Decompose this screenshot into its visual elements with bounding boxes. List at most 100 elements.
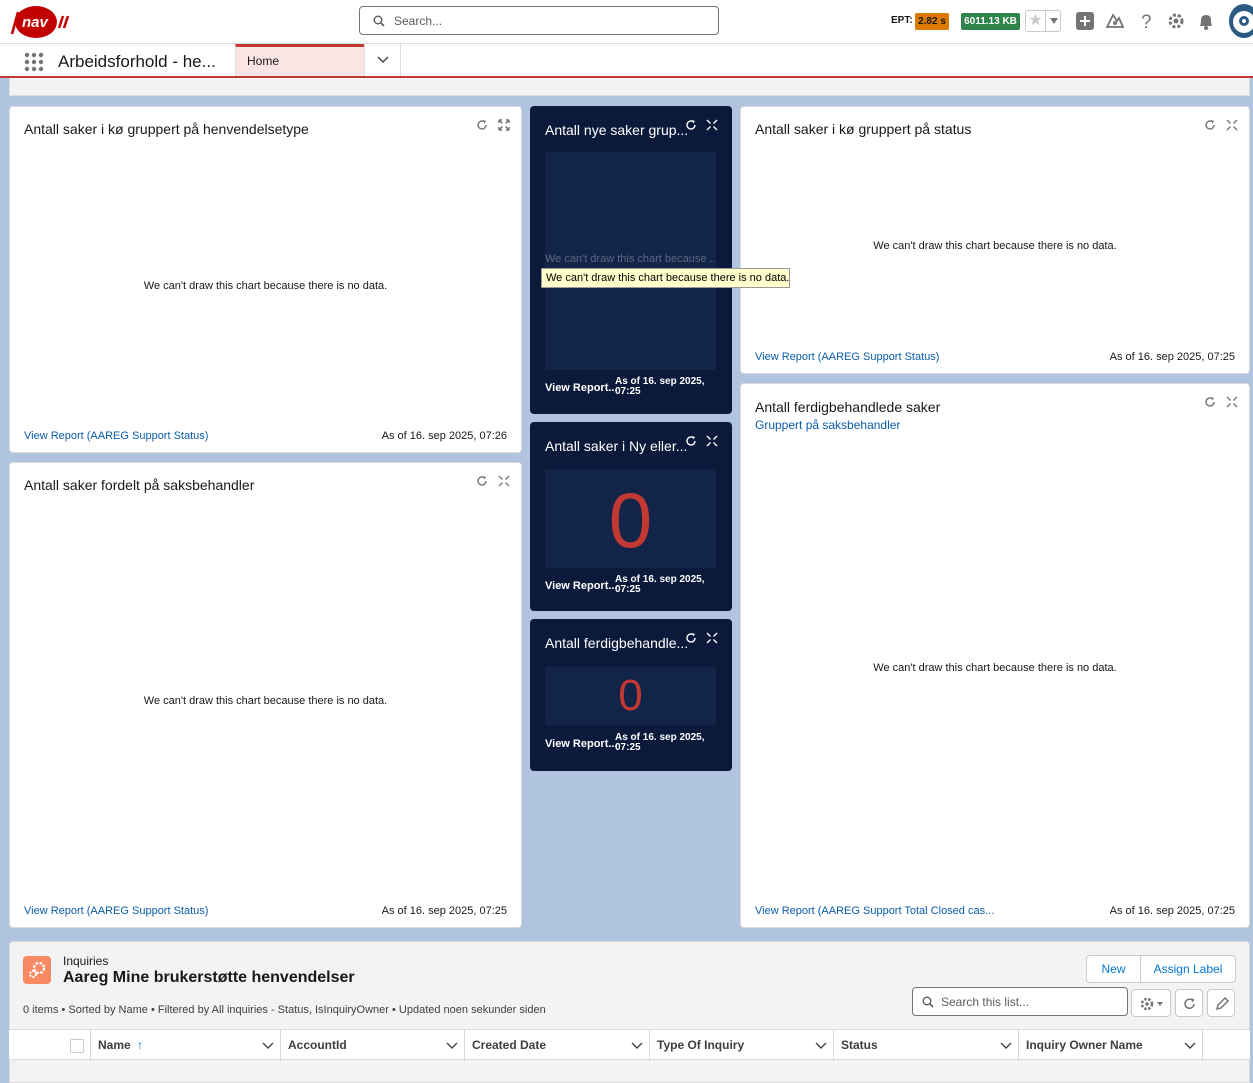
- refresh-icon[interactable]: [1204, 119, 1216, 131]
- view-report-link[interactable]: View Report (AAREG Support Status): [24, 430, 208, 442]
- card-title: Antall ferdigbehandlede saker: [755, 399, 941, 415]
- nav-more-button[interactable]: [364, 44, 401, 76]
- assign-label-button[interactable]: Assign Label: [1140, 955, 1236, 983]
- refresh-icon[interactable]: [476, 119, 488, 131]
- chevron-down-icon: [1000, 1042, 1012, 1049]
- card-title: Antall saker i kø gruppert på henvendels…: [24, 121, 309, 137]
- column-label: Inquiry Owner Name: [1026, 1038, 1143, 1052]
- column-header-inquiry-owner-name[interactable]: Inquiry Owner Name: [1019, 1030, 1203, 1061]
- expand-icon[interactable]: [1226, 396, 1238, 408]
- list-refresh-button[interactable]: [1175, 989, 1203, 1017]
- view-report-link[interactable]: View Report...: [545, 738, 618, 750]
- expand-icon[interactable]: [706, 119, 718, 131]
- refresh-icon[interactable]: [685, 119, 697, 131]
- new-button[interactable]: New: [1086, 955, 1141, 983]
- astro-avatar-icon: [1233, 11, 1253, 33]
- list-search-input[interactable]: Search this list...: [912, 987, 1128, 1016]
- column-label: Type Of Inquiry: [657, 1038, 745, 1052]
- view-report-link[interactable]: View Report...: [545, 580, 618, 592]
- no-data-message: We can't draw this chart because there i…: [873, 240, 1117, 252]
- list-view-meta: 0 items • Sorted by Name • Filtered by A…: [23, 1004, 546, 1016]
- expand-icon[interactable]: [1226, 119, 1238, 131]
- column-header-status[interactable]: Status: [834, 1030, 1019, 1061]
- mountain-icon: [1105, 13, 1125, 28]
- card-ny-eller: Antall saker i Ny eller... 0 View Report…: [530, 422, 732, 611]
- card-ferdigbehandlede-metric: Antall ferdigbehandle... 0 View Report..…: [530, 619, 732, 771]
- as-of-timestamp: As of 16. sep 2025, 07:25: [381, 905, 507, 917]
- view-report-link[interactable]: View Report (AAREG Support Total Closed …: [755, 905, 994, 917]
- setup-button[interactable]: [1166, 11, 1186, 31]
- select-all-checkbox[interactable]: [70, 1039, 84, 1053]
- help-button[interactable]: ?: [1137, 11, 1157, 33]
- card-title: Antall saker fordelt på saksbehandler: [24, 477, 255, 493]
- chevron-down-icon: [815, 1042, 827, 1049]
- as-of-timestamp: As of 16. sep 2025, 07:26: [381, 430, 507, 442]
- column-header-created-date[interactable]: Created Date: [465, 1030, 650, 1061]
- view-report-link[interactable]: View Report...: [545, 382, 618, 394]
- inquiries-object-icon: [23, 956, 51, 984]
- user-avatar[interactable]: [1229, 4, 1253, 38]
- metric-panel: 0: [545, 667, 716, 725]
- global-search-input[interactable]: Search...: [359, 6, 719, 35]
- refresh-icon: [1184, 998, 1195, 1009]
- refresh-icon[interactable]: [476, 475, 488, 487]
- app-launcher-icon[interactable]: [24, 52, 44, 72]
- column-header-accountid[interactable]: AccountId: [281, 1030, 465, 1061]
- view-report-link[interactable]: View Report (AAREG Support Status): [24, 905, 208, 917]
- refresh-icon[interactable]: [1204, 396, 1216, 408]
- column-label: Name: [98, 1038, 131, 1052]
- expand-icon[interactable]: [706, 632, 718, 644]
- chevron-down-icon: [446, 1042, 458, 1049]
- list-search-placeholder: Search this list...: [941, 995, 1030, 1009]
- card-title: Antall saker i kø gruppert på status: [755, 121, 972, 137]
- app-name: Arbeidsforhold - he...: [58, 52, 216, 71]
- as-of-timestamp: As of 16. sep 2025, 07:25: [615, 376, 705, 397]
- star-icon: ★: [1026, 11, 1046, 31]
- ept-label: EPT:: [891, 15, 913, 26]
- favorites-button[interactable]: ★: [1025, 10, 1061, 32]
- card-status: Antall saker i kø gruppert på status We …: [740, 106, 1250, 374]
- notifications-button[interactable]: [1196, 11, 1216, 31]
- gear-icon: [1168, 13, 1184, 29]
- list-settings-button[interactable]: [1131, 989, 1171, 1017]
- list-view-title[interactable]: Aareg Mine brukerstøtte henvendelser: [63, 969, 355, 987]
- plus-icon: [1076, 12, 1094, 30]
- expand-icon[interactable]: [706, 435, 718, 447]
- card-saksbehandler: Antall saker fordelt på saksbehandler We…: [9, 462, 522, 928]
- ept-badge: 2.82 s: [915, 13, 949, 30]
- trailhead-button[interactable]: [1105, 11, 1125, 31]
- list-edit-button[interactable]: [1207, 989, 1235, 1017]
- as-of-timestamp: As of 16. sep 2025, 07:25: [1109, 905, 1235, 917]
- global-actions-button[interactable]: [1075, 11, 1095, 31]
- search-icon: [373, 15, 385, 27]
- bell-icon: [1200, 15, 1212, 30]
- expand-icon[interactable]: [498, 119, 510, 131]
- tab-home-label: Home: [247, 54, 280, 68]
- view-report-link[interactable]: View Report (AAREG Support Status): [755, 351, 939, 363]
- card-title: Antall saker i Ny eller...: [545, 438, 688, 454]
- column-label: Created Date: [472, 1038, 547, 1052]
- tab-home[interactable]: Home: [235, 44, 364, 76]
- column-header-type-of-inquiry[interactable]: Type Of Inquiry: [650, 1030, 834, 1061]
- chart-panel: We can't draw this chart because ...: [545, 152, 716, 370]
- help-icon: ?: [1141, 12, 1152, 33]
- card-henvendelsetype: Antall saker i kø gruppert på henvendels…: [9, 106, 522, 453]
- no-data-message: We can't draw this chart because there i…: [873, 662, 1117, 674]
- card-ferdigbehandlede: Antall ferdigbehandlede saker Gruppert p…: [740, 383, 1250, 928]
- nav-logo[interactable]: nav: [10, 4, 70, 40]
- metric-value: 0: [618, 671, 643, 720]
- svg-text:?: ?: [1141, 12, 1152, 31]
- no-data-message: We can't draw this chart because there i…: [143, 280, 388, 292]
- column-header-name[interactable]: Name ↑: [91, 1030, 281, 1061]
- sort-ascending-icon: ↑: [137, 1038, 143, 1052]
- refresh-icon[interactable]: [685, 435, 697, 447]
- refresh-icon[interactable]: [685, 632, 697, 644]
- list-object-name: Inquiries: [63, 954, 109, 968]
- as-of-timestamp: As of 16. sep 2025, 07:25: [615, 574, 705, 595]
- expand-icon[interactable]: [498, 475, 510, 487]
- gear-icon: [1140, 997, 1163, 1011]
- no-data-message: We can't draw this chart because ...: [545, 253, 716, 265]
- metric-panel: 0: [545, 469, 716, 568]
- chevron-down-icon: [377, 56, 389, 64]
- search-placeholder: Search...: [394, 14, 443, 28]
